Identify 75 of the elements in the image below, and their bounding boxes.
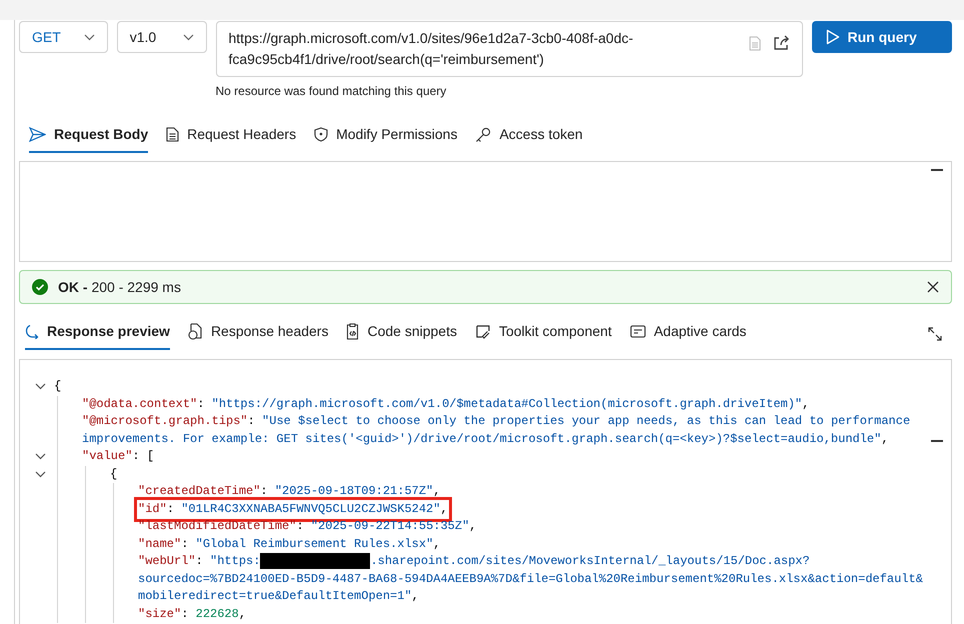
- code-token: :: [260, 483, 269, 500]
- code-token: :: [197, 396, 206, 412]
- code-token: :: [248, 413, 256, 430]
- code-token: :: [132, 448, 141, 465]
- share-icon[interactable]: [772, 35, 790, 50]
- version-dropdown[interactable]: v1.0: [116, 21, 206, 53]
- checkmark-circle-icon: [32, 279, 48, 295]
- code-token: "2025-09-22T14:55:35Z": [310, 518, 470, 535]
- code-token: :: [196, 553, 204, 570]
- code-token: ,: [412, 588, 419, 605]
- code-token: "2025-09-18T09:21:57Z": [274, 483, 434, 500]
- status-message: OK - 200 - 2299 ms: [58, 278, 182, 296]
- code-token: ,: [433, 483, 440, 500]
- clipboard-icon: [346, 323, 360, 340]
- code-token: :: [166, 500, 176, 518]
- code-token: ,: [238, 606, 246, 622]
- response-tab[interactable]: Response headers: [188, 317, 328, 350]
- code-token: ,: [440, 500, 448, 518]
- code-token: :: [296, 518, 305, 535]
- response-tab[interactable]: Toolkit component: [474, 317, 612, 350]
- key-icon: [475, 126, 492, 142]
- code-token: :: [181, 536, 190, 552]
- code-token: sourcedoc=%7BD24100ED-B5D9-4487-BA68-594DA4AEEB9A%7D&file=Global%20Reimbursement%20Rules.xlsx&action=default&: [138, 570, 923, 588]
- code-token: "name": [138, 536, 182, 552]
- code-token: "id": [138, 500, 167, 518]
- code-token: "https://graph.microsoft.com/v1.0/$metadata#Collection(microsoft.graph.driveItem)": [212, 396, 802, 412]
- code-token: "01LR4C3XXNABA5FWNVQ5CLU2CZJWSK5242": [181, 500, 440, 518]
- play-icon: [826, 29, 840, 45]
- request-tab[interactable]: Modify Permissions: [314, 120, 458, 153]
- minimize-icon[interactable]: [931, 440, 943, 442]
- request-tab[interactable]: Access token: [475, 120, 583, 153]
- response-tab[interactable]: Response preview: [25, 317, 170, 350]
- code-token: "@odata.context": [82, 396, 198, 412]
- code-token: "Use $select to choose only the properties your app needs, as this can lead to performance: [262, 413, 910, 430]
- code-token: 222628: [196, 606, 239, 622]
- redirect-arrow-icon: [25, 324, 39, 339]
- document-icon: [166, 127, 180, 142]
- request-tab[interactable]: Request Headers: [166, 120, 296, 153]
- code-token: ,: [433, 536, 440, 552]
- code-token: "createdDateTime": [138, 483, 260, 500]
- close-icon[interactable]: [927, 281, 939, 293]
- method-dropdown[interactable]: GET: [19, 21, 108, 53]
- code-token: mobileredirect=true&DefaultItemOpen=1": [138, 588, 412, 605]
- code-token: "lastModifiedDateTime": [138, 518, 296, 535]
- chevron-down-icon: [182, 34, 194, 40]
- code-token: [: [146, 448, 154, 465]
- code-token: ,: [881, 430, 889, 448]
- code-token: ,: [469, 518, 476, 535]
- document-icon: [188, 323, 203, 340]
- code-token: {: [110, 466, 118, 482]
- send-icon: [29, 127, 46, 142]
- code-token: "size": [138, 606, 182, 622]
- request-body-editor[interactable]: [19, 161, 952, 262]
- expand-icon[interactable]: [928, 326, 942, 340]
- code-token: :: [181, 606, 190, 622]
- card-icon: [630, 325, 646, 338]
- code-token: {: [54, 378, 62, 395]
- code-token: "webUrl": [138, 553, 196, 570]
- code-token: "https:: [210, 553, 260, 570]
- code-token: "value": [82, 448, 132, 465]
- request-tab[interactable]: Request Body: [29, 120, 148, 153]
- chevron-down-icon: [84, 34, 95, 40]
- response-tab[interactable]: Adaptive cards: [630, 317, 746, 350]
- document-icon[interactable]: [748, 36, 760, 51]
- shield-icon: [314, 127, 328, 142]
- code-token: "Global Reimbursement Rules.xlsx": [196, 536, 434, 552]
- code-token: .sharepoint.com/sites/MoveworksInternal/_layouts/15/Doc.aspx?: [370, 553, 810, 570]
- code-token: improvements. For example: GET sites('<guid>')/drive/root/microsoft.graph.search(q=<key>)?$select=audio,bundle": [82, 430, 882, 448]
- url-field[interactable]: https://graph.microsoft.com/v1.0/sites/96e1d2a7-3cb0-408f-a0dc-fca9c95cb4f1/drive/root/search(q='reimbursement'): [216, 21, 802, 77]
- minimize-icon[interactable]: [931, 169, 943, 170]
- response-tab[interactable]: Code snippets: [346, 317, 457, 350]
- run-query-button[interactable]: Run query: [812, 21, 952, 53]
- code-token: "@microsoft.graph.tips": [82, 413, 248, 430]
- code-token: ,: [802, 396, 810, 412]
- error-message: No resource was found matching this query: [216, 83, 448, 100]
